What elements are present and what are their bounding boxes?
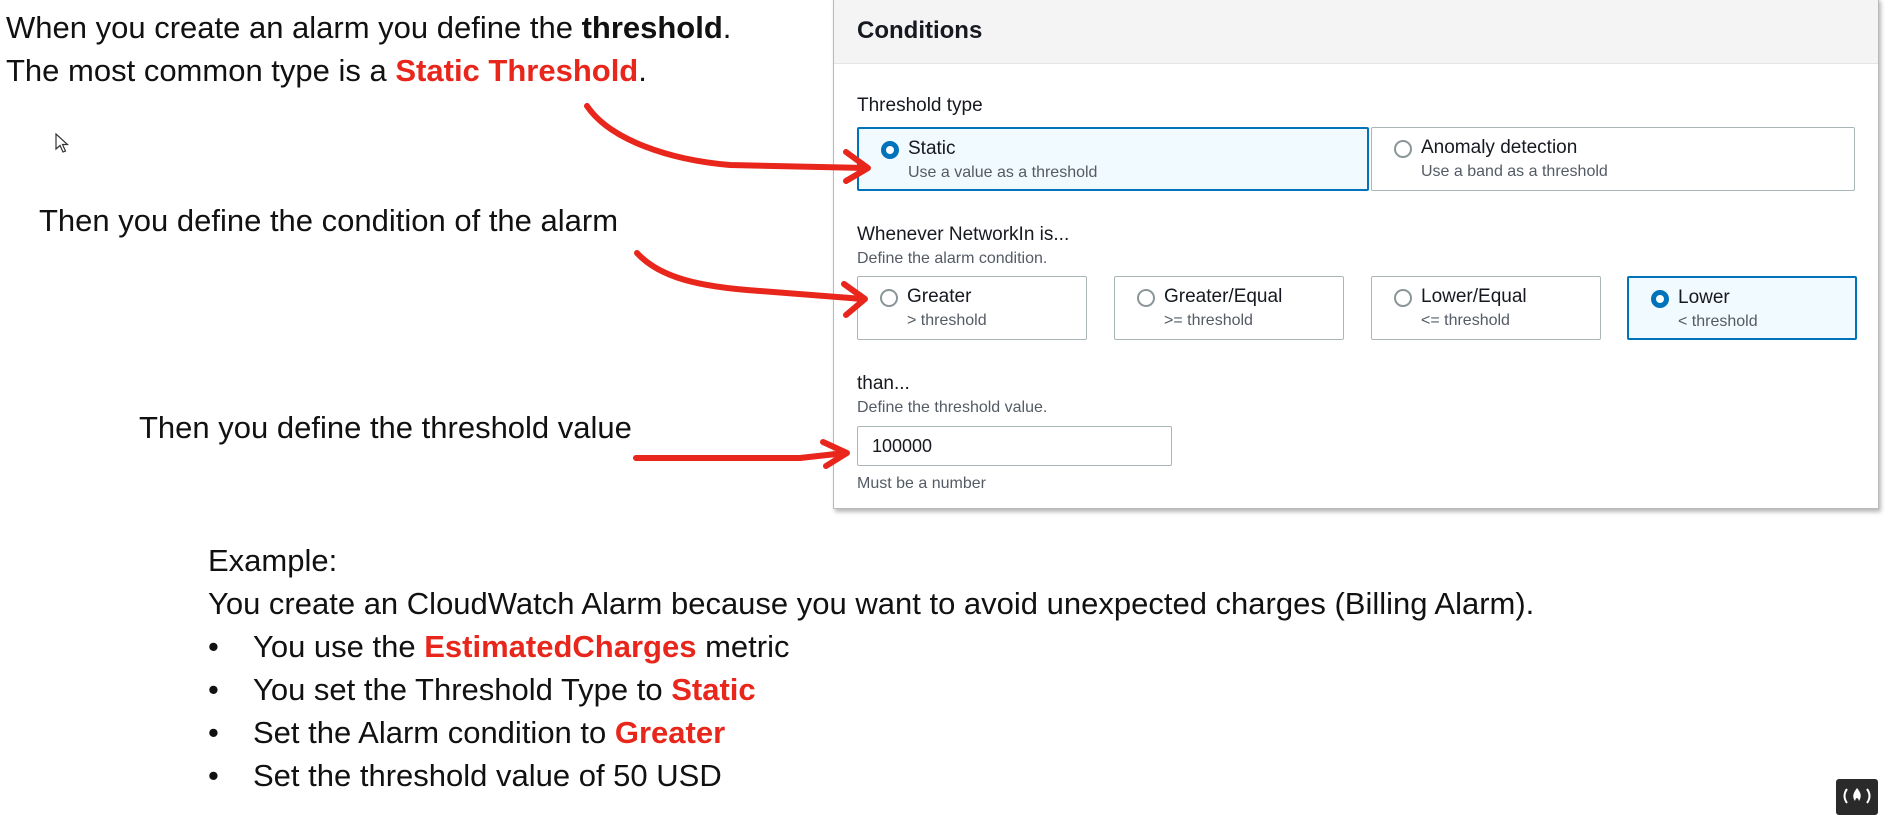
intro-text: When you create an alarm you define the … xyxy=(6,6,731,92)
condition-lower-option[interactable]: Lower < threshold xyxy=(1627,276,1857,340)
threshold-type-label: Threshold type xyxy=(857,95,983,116)
threshold-value-note: Then you define the threshold value xyxy=(139,410,632,445)
list-item: Set the threshold value of 50 USD xyxy=(208,754,1534,797)
freecodecamp-logo-icon xyxy=(1836,779,1878,815)
whenever-desc: Define the alarm condition. xyxy=(857,250,1048,267)
example-list: You use the EstimatedCharges metric You … xyxy=(208,625,1534,797)
arrow-to-value-input xyxy=(633,450,848,461)
condition-greater-equal-option[interactable]: Greater/Equal >= threshold xyxy=(1114,276,1344,340)
threshold-type-static-option[interactable]: Static Use a value as a threshold xyxy=(857,127,1369,191)
example-section: Example: You create an CloudWatch Alarm … xyxy=(208,539,1534,797)
list-item: Set the Alarm condition to Greater xyxy=(208,711,1534,754)
example-heading: Example: xyxy=(208,543,338,578)
radio-selected-icon[interactable] xyxy=(1651,290,1669,308)
whenever-label: Whenever NetworkIn is... xyxy=(857,224,1070,245)
condition-greater-option[interactable]: Greater > threshold xyxy=(857,276,1087,340)
arrow-to-static-option xyxy=(584,103,869,171)
list-item: You set the Threshold Type to Static xyxy=(208,668,1534,711)
threshold-emphasis: threshold xyxy=(581,10,723,45)
mouse-pointer-icon xyxy=(55,133,70,153)
arrow-to-greater-option xyxy=(634,250,866,302)
radio-unselected-icon[interactable] xyxy=(1137,289,1155,307)
intro-line-1: When you create an alarm you define the … xyxy=(6,10,732,45)
panel-title: Conditions xyxy=(834,0,1878,64)
flame-icon xyxy=(1843,788,1871,804)
radio-unselected-icon[interactable] xyxy=(1394,289,1412,307)
threshold-type-anomaly-option[interactable]: Anomaly detection Use a band as a thresh… xyxy=(1371,127,1855,191)
condition-lower-equal-option[interactable]: Lower/Equal <= threshold xyxy=(1371,276,1601,340)
example-intro: You create an CloudWatch Alarm because y… xyxy=(208,586,1535,621)
intro-line-2: The most common type is a Static Thresho… xyxy=(6,53,647,88)
list-item: You use the EstimatedCharges metric xyxy=(208,625,1534,668)
threshold-value-input[interactable] xyxy=(857,426,1172,466)
conditions-panel: Conditions Threshold type Static Use a v… xyxy=(833,0,1879,509)
threshold-value-hint: Must be a number xyxy=(857,475,986,492)
condition-note: Then you define the condition of the ala… xyxy=(39,203,619,238)
radio-unselected-icon[interactable] xyxy=(880,289,898,307)
radio-selected-icon[interactable] xyxy=(881,141,899,159)
than-label: than... xyxy=(857,373,910,394)
radio-unselected-icon[interactable] xyxy=(1394,140,1412,158)
static-threshold-highlight: Static Threshold xyxy=(395,53,639,88)
than-desc: Define the threshold value. xyxy=(857,399,1048,416)
